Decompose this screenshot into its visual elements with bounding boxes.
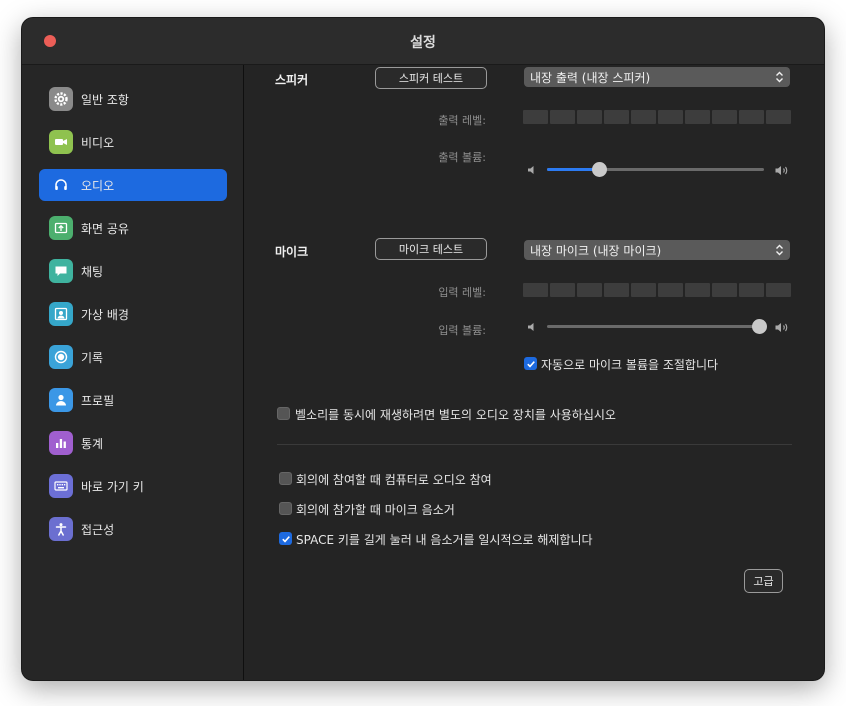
settings-window: 설정 일반 조항 비디오 오디오 화면 공유 채팅 가상 배경 기록 프로필 통… bbox=[22, 18, 824, 680]
speaker-device-value: 내장 출력 (내장 스피커) bbox=[530, 70, 651, 85]
chat-bubble-icon bbox=[49, 259, 73, 283]
sidebar-item-label: 채팅 bbox=[81, 264, 104, 279]
separate-ringer-device-label[interactable]: 벨소리를 동시에 재생하려면 별도의 오디오 장치를 사용하십시오 bbox=[295, 406, 616, 423]
sidebar-item-audio[interactable]: 오디오 bbox=[39, 169, 227, 201]
person-background-icon bbox=[49, 302, 73, 326]
sidebar-item-statistics[interactable]: 통계 bbox=[39, 427, 227, 459]
advanced-button[interactable]: 고급 bbox=[744, 569, 783, 593]
sidebar-item-recording[interactable]: 기록 bbox=[39, 341, 227, 373]
video-camera-icon bbox=[49, 130, 73, 154]
title-bar: 설정 bbox=[22, 18, 824, 65]
sidebar-item-shortcuts[interactable]: 바로 가기 키 bbox=[39, 470, 227, 502]
speaker-device-select[interactable]: 내장 출력 (내장 스피커) bbox=[524, 67, 790, 87]
output-volume-label: 출력 볼륨: bbox=[438, 151, 486, 164]
test-mic-button[interactable]: 마이크 테스트 bbox=[375, 238, 487, 260]
sidebar-item-label: 화면 공유 bbox=[81, 221, 129, 236]
window-title: 설정 bbox=[410, 35, 436, 51]
sidebar-item-label: 오디오 bbox=[81, 178, 115, 193]
sidebar-item-label: 가상 배경 bbox=[81, 307, 129, 322]
sidebar-item-profile[interactable]: 프로필 bbox=[39, 384, 227, 416]
chevron-up-down-icon bbox=[776, 244, 783, 256]
input-level-meter bbox=[523, 283, 791, 297]
speaker-section-label: 스피커 bbox=[275, 73, 309, 87]
sidebar-item-label: 통계 bbox=[81, 436, 104, 451]
settings-sidebar: 일반 조항 비디오 오디오 화면 공유 채팅 가상 배경 기록 프로필 통계 바… bbox=[22, 65, 244, 680]
space-unmute-checkbox[interactable] bbox=[279, 532, 292, 545]
sidebar-item-label: 프로필 bbox=[81, 393, 115, 408]
output-level-label: 출력 레벨: bbox=[438, 114, 486, 127]
output-volume-slider[interactable] bbox=[547, 161, 764, 179]
speaker-high-icon bbox=[775, 323, 788, 332]
sidebar-item-accessibility[interactable]: 접근성 bbox=[39, 513, 227, 545]
checkmark-icon bbox=[526, 360, 535, 368]
sidebar-item-label: 접근성 bbox=[81, 522, 115, 537]
sidebar-item-chat[interactable]: 채팅 bbox=[39, 255, 227, 287]
join-computer-audio-label[interactable]: 회의에 참여할 때 컴퓨터로 오디오 참여 bbox=[296, 471, 492, 488]
sidebar-item-general[interactable]: 일반 조항 bbox=[39, 83, 227, 115]
section-divider bbox=[277, 444, 792, 445]
microphone-device-select[interactable]: 내장 마이크 (내장 마이크) bbox=[524, 240, 790, 260]
mute-on-join-label[interactable]: 회의에 참가할 때 마이크 음소거 bbox=[296, 501, 455, 518]
screen-share-icon bbox=[49, 216, 73, 240]
input-volume-thumb[interactable] bbox=[752, 319, 768, 334]
input-volume-slider[interactable] bbox=[547, 318, 768, 336]
sidebar-item-screen-share[interactable]: 화면 공유 bbox=[39, 212, 227, 244]
checkmark-icon bbox=[281, 535, 290, 543]
test-speaker-button[interactable]: 스피커 테스트 bbox=[375, 67, 487, 89]
speaker-high-icon bbox=[775, 166, 788, 175]
headphones-icon bbox=[49, 173, 73, 197]
sidebar-item-label: 일반 조항 bbox=[81, 92, 129, 107]
sidebar-item-video[interactable]: 비디오 bbox=[39, 126, 227, 158]
auto-adjust-volume-checkbox[interactable] bbox=[524, 357, 537, 370]
space-unmute-label[interactable]: SPACE 키를 길게 눌러 내 음소거를 일시적으로 해제합니다 bbox=[296, 531, 593, 548]
record-icon bbox=[49, 345, 73, 369]
input-level-label: 입력 레벨: bbox=[438, 286, 486, 299]
speaker-low-icon bbox=[528, 323, 534, 331]
gear-icon bbox=[49, 87, 73, 111]
output-level-meter bbox=[523, 110, 791, 124]
input-volume-label: 입력 볼륨: bbox=[438, 324, 486, 337]
sidebar-item-label: 바로 가기 키 bbox=[81, 479, 144, 494]
auto-adjust-volume-label[interactable]: 자동으로 마이크 볼륨을 조절합니다 bbox=[541, 356, 718, 373]
sidebar-item-label: 기록 bbox=[81, 350, 104, 365]
keyboard-icon bbox=[49, 474, 73, 498]
accessibility-icon bbox=[49, 517, 73, 541]
sidebar-item-virtual-background[interactable]: 가상 배경 bbox=[39, 298, 227, 330]
sidebar-item-label: 비디오 bbox=[81, 135, 115, 150]
separate-ringer-device-checkbox[interactable] bbox=[277, 407, 290, 420]
mute-on-join-checkbox[interactable] bbox=[279, 502, 292, 515]
microphone-section-label: 마이크 bbox=[275, 245, 309, 259]
bar-chart-icon bbox=[49, 431, 73, 455]
microphone-device-value: 내장 마이크 (내장 마이크) bbox=[530, 243, 662, 258]
person-icon bbox=[49, 388, 73, 412]
output-volume-thumb[interactable] bbox=[591, 162, 607, 177]
join-computer-audio-checkbox[interactable] bbox=[279, 472, 292, 485]
speaker-low-icon bbox=[528, 166, 534, 174]
chevron-up-down-icon bbox=[776, 71, 783, 83]
audio-settings-panel: 스피커 스피커 테스트 내장 출력 (내장 스피커) 출력 레벨: 출력 볼륨:… bbox=[244, 65, 824, 680]
